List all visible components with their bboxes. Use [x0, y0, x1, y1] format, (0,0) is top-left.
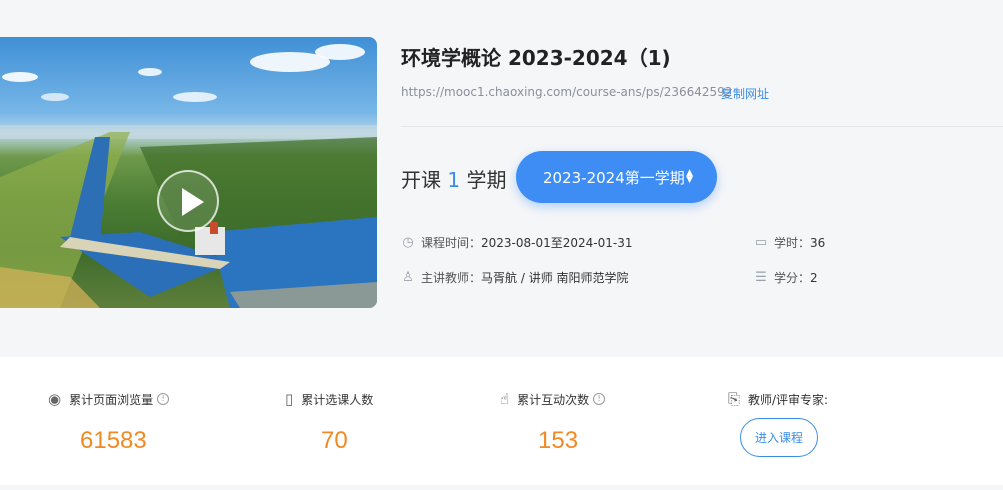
calendar-icon: ▭	[754, 235, 768, 250]
clock-icon: ◷	[402, 235, 414, 250]
play-icon[interactable]	[157, 170, 219, 232]
course-hours-value: 36	[810, 235, 826, 250]
course-time-label: 课程时间：	[421, 236, 482, 250]
info-icon[interactable]: !	[593, 393, 606, 405]
views-label: 累计页面浏览量	[69, 392, 154, 407]
credits-icon: ☰	[755, 270, 767, 285]
touch-icon: ☝	[500, 390, 510, 408]
eye-icon: ◉	[48, 390, 62, 408]
interact-value: 153	[538, 427, 579, 454]
course-credits-value: 2	[810, 270, 818, 285]
term-select-value: 2023-2024第一学期	[543, 168, 685, 187]
enter-course-button[interactable]: 进入课程	[740, 418, 818, 457]
course-time: ◷ 课程时间： 2023-08-01至2024-01-31	[401, 234, 633, 251]
enroll-stat-header: ▯ 累计选课人数	[285, 390, 373, 408]
course-time-value: 2023-08-01至2024-01-31	[481, 236, 633, 250]
user-icon: ♙	[402, 270, 414, 285]
course-teacher-label: 主讲教师：	[421, 271, 482, 285]
course-credits-label: 学分：	[774, 271, 811, 285]
enroll-value: 70	[321, 427, 348, 454]
term-count: 1	[447, 168, 461, 192]
course-hours-label: 学时：	[774, 236, 811, 250]
course-cover-image[interactable]	[0, 37, 377, 308]
course-teacher-value[interactable]: 马胥航 / 讲师 南阳师范学院	[481, 269, 629, 286]
copy-url-link[interactable]: 复制网址	[721, 85, 769, 102]
views-stat-header: ◉ 累计页面浏览量 !	[48, 390, 170, 408]
views-value: 61583	[80, 427, 147, 454]
term-count-label: 开课 1 学期	[401, 164, 506, 193]
expert-stat-header: ⎘ 教师/评审专家:	[728, 390, 828, 408]
enroll-label: 累计选课人数	[301, 392, 374, 407]
course-url: https://mooc1.chaoxing.com/course-ans/ps…	[401, 85, 733, 99]
expert-icon: ⎘	[728, 390, 741, 408]
interact-label: 累计互动次数	[517, 392, 590, 407]
expert-label: 教师/评审专家:	[748, 392, 829, 407]
sort-caret-icon: ▲ ▼	[686, 168, 693, 185]
course-teacher: ♙ 主讲教师： 马胥航 / 讲师 南阳师范学院	[401, 269, 629, 286]
term-suffix: 学期	[466, 168, 507, 192]
course-hours: ▭ 学时： 36	[754, 234, 825, 251]
term-prefix: 开课	[401, 168, 441, 192]
info-icon[interactable]: !	[157, 393, 170, 405]
course-stats-bar: ◉ 累计页面浏览量 ! 61583 ▯ 累计选课人数 70 ☝ 累计互动次数 !…	[0, 357, 1003, 485]
course-title: 环境学概论 2023-2024（1)	[401, 46, 671, 70]
divider	[401, 126, 1003, 127]
course-credits: ☰ 学分： 2	[754, 269, 818, 286]
course-header: 环境学概论 2023-2024（1) https://mooc1.chaoxin…	[0, 0, 1003, 355]
interact-stat-header: ☝ 累计互动次数 !	[500, 390, 606, 408]
term-select-dropdown[interactable]: 2023-2024第一学期 ▲ ▼	[516, 151, 717, 203]
book-icon: ▯	[285, 390, 294, 408]
